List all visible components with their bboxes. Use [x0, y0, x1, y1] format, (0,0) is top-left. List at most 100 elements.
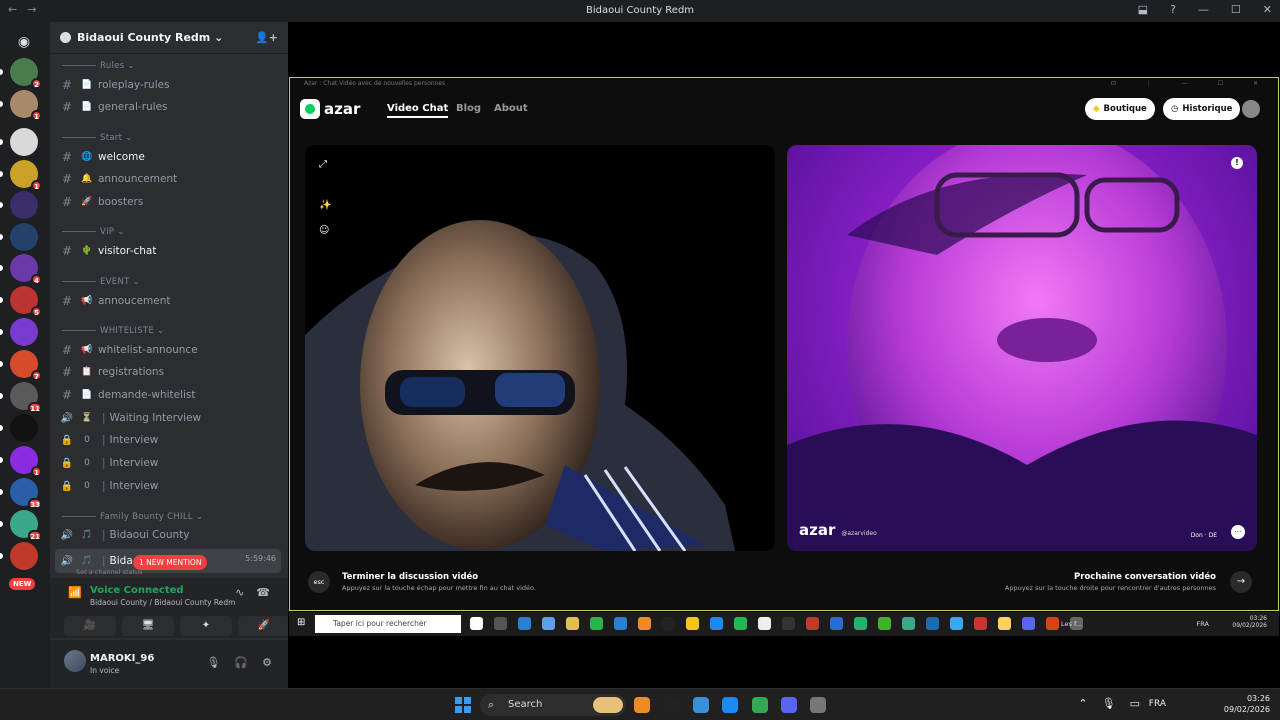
inner-taskbar-app-icon[interactable] [638, 617, 651, 630]
new-mention-badge[interactable]: 1 NEW MENTION [133, 555, 208, 570]
disconnect-icon[interactable]: ☎ [256, 586, 270, 599]
inner-taskbar-app-icon[interactable] [470, 617, 483, 630]
tray-mic-icon[interactable]: 🎙 [1102, 697, 1116, 710]
server-icon-13[interactable]: 1 [10, 446, 42, 477]
category-vip[interactable]: VIP ⌄ [62, 227, 125, 237]
taskbar-app-icon[interactable] [663, 697, 679, 713]
taskbar-app-icon[interactable] [593, 697, 623, 713]
next-chat-button[interactable]: → [1230, 571, 1252, 593]
microphone-icon[interactable]: 🎙 [206, 656, 220, 669]
text-channel[interactable]: # 📋 registrations [60, 362, 282, 382]
discord-home-icon[interactable]: ◉ [10, 28, 38, 56]
inner-taskbar-app-icon[interactable] [494, 617, 507, 630]
server-icon-6[interactable] [10, 223, 38, 251]
category-rules[interactable]: Rules ⌄ [62, 61, 135, 71]
screen-share-button[interactable]: 🖥 [122, 616, 174, 636]
camera-button[interactable]: 🎥 [64, 616, 116, 636]
voice-channel[interactable]: 🔊 🎵 | Bidaoui County [60, 525, 282, 545]
text-channel[interactable]: # 📢 whitelist-announce [60, 340, 282, 360]
close-button[interactable]: ✕ [1263, 3, 1272, 16]
headset-icon[interactable]: 🎧 [234, 656, 248, 669]
voice-channel[interactable]: 🔒 0 | Interview [60, 453, 282, 473]
expand-icon[interactable]: ⤢ [319, 159, 327, 170]
category-start[interactable]: Start ⌄ [62, 133, 133, 143]
inner-taskbar-app-icon[interactable] [950, 617, 963, 630]
invite-people-icon[interactable]: 👤+ [255, 31, 278, 44]
inner-taskbar-app-icon[interactable] [1022, 617, 1035, 630]
text-channel[interactable]: # 🌵 visitor-chat [60, 241, 282, 261]
inner-taskbar-app-icon[interactable] [782, 617, 795, 630]
taskbar-app-icon[interactable] [634, 697, 650, 713]
tray-display-icon[interactable]: ▭ [1130, 697, 1140, 710]
category-event[interactable]: EVENT ⌄ [62, 277, 140, 287]
tray-chevron-icon[interactable]: ⌃ [1078, 697, 1087, 710]
inner-taskbar-app-icon[interactable] [806, 617, 819, 630]
server-icon-9[interactable] [10, 318, 38, 346]
end-chat-button[interactable]: esc [308, 571, 330, 593]
text-channel[interactable]: # 📄 demande-whitelist [60, 385, 282, 405]
taskbar-app-icon[interactable] [722, 697, 738, 713]
inner-taskbar-app-icon[interactable] [854, 617, 867, 630]
server-header[interactable]: Bidaoui County Redm ⌄ 👤+ [50, 22, 288, 54]
text-channel[interactable]: # 🚀 boosters [60, 192, 282, 212]
soundboard-button[interactable]: 🚀 [238, 616, 290, 636]
inner-language[interactable]: FRA [1197, 620, 1209, 628]
channel-status-hint[interactable]: Set a channel status [76, 568, 143, 576]
server-icon-1[interactable]: 2 [10, 58, 42, 89]
minimize-button[interactable]: — [1198, 3, 1209, 16]
inner-taskbar-app-icon[interactable] [614, 617, 627, 630]
voice-channel[interactable]: 🔒 0 | Interview [60, 430, 282, 450]
inner-taskbar-app-icon[interactable] [542, 617, 555, 630]
category-whiteliste[interactable]: WHITELISTE ⌄ [62, 326, 165, 336]
category-family-bounty[interactable]: Family Bounty CHILL ⌄ [62, 512, 203, 522]
inner-taskbar-app-icon[interactable] [878, 617, 891, 630]
voice-connected-label[interactable]: Voice Connected [90, 585, 184, 596]
more-options-icon[interactable]: ··· [1231, 525, 1245, 539]
server-icon-11[interactable]: 11 [10, 382, 42, 413]
server-icon-7[interactable]: 4 [10, 254, 42, 285]
report-icon[interactable]: ! [1231, 157, 1243, 169]
text-channel[interactable]: # 📄 general-rules [60, 97, 282, 117]
nav-video-chat[interactable]: Video Chat [387, 103, 449, 118]
server-icon-8[interactable]: 5 [10, 286, 42, 317]
server-icon-3[interactable] [10, 128, 38, 156]
inner-taskbar-app-icon[interactable] [830, 617, 843, 630]
nav-about[interactable]: About [494, 103, 528, 114]
profile-icon[interactable] [1242, 100, 1260, 118]
signal-icon[interactable]: 📶 [68, 586, 82, 599]
inner-taskbar-app-icon[interactable] [758, 617, 771, 630]
text-channel[interactable]: # 📄 roleplay-rules [60, 75, 282, 95]
server-icon-4[interactable]: 1 [10, 160, 42, 191]
voice-channel[interactable]: 🔊 ⏳ | Waiting Interview [60, 408, 282, 428]
inner-taskbar-app-icon[interactable] [590, 617, 603, 630]
inbox-icon[interactable]: ⬓ [1138, 3, 1148, 16]
inner-taskbar-app-icon[interactable] [710, 617, 723, 630]
avatar[interactable] [64, 650, 86, 672]
text-channel[interactable]: # 🌐 welcome [60, 147, 282, 167]
inner-taskbar-app-icon[interactable] [998, 617, 1011, 630]
activities-button[interactable]: ✦ [180, 616, 232, 636]
boutique-button[interactable]: ◆ Boutique [1085, 98, 1155, 120]
inner-taskbar-app-icon[interactable] [902, 617, 915, 630]
taskbar-clock[interactable]: 03:26 09/02/2026 [1224, 693, 1270, 715]
taskbar-app-icon[interactable] [752, 697, 768, 713]
inner-taskbar-app-icon[interactable] [686, 617, 699, 630]
inner-clock[interactable]: 03:26 09/02/2026 [1232, 615, 1267, 629]
inner-task-les-f[interactable]: Les f... [1061, 620, 1082, 628]
server-icon-10[interactable]: 7 [10, 350, 42, 381]
server-icon-12[interactable] [10, 414, 38, 442]
inner-search-box[interactable]: Taper ici pour rechercher [315, 615, 461, 633]
server-icon-16[interactable] [10, 542, 38, 570]
taskbar-language[interactable]: FRA [1149, 699, 1166, 709]
voice-channel[interactable]: 🔒 0 | Interview [60, 476, 282, 496]
help-icon[interactable]: ? [1170, 3, 1176, 16]
server-icon-2[interactable]: 1 [10, 90, 42, 121]
inner-start-icon[interactable]: ⊞ [297, 617, 305, 628]
maximize-button[interactable]: ☐ [1231, 3, 1241, 16]
inner-taskbar-app-icon[interactable] [926, 617, 939, 630]
magic-wand-icon[interactable]: ✨ [319, 200, 331, 211]
nav-blog[interactable]: Blog [456, 103, 481, 114]
inner-taskbar-app-icon[interactable] [1046, 617, 1059, 630]
historique-button[interactable]: ◷ Historique [1163, 98, 1241, 120]
inner-taskbar-app-icon[interactable] [566, 617, 579, 630]
